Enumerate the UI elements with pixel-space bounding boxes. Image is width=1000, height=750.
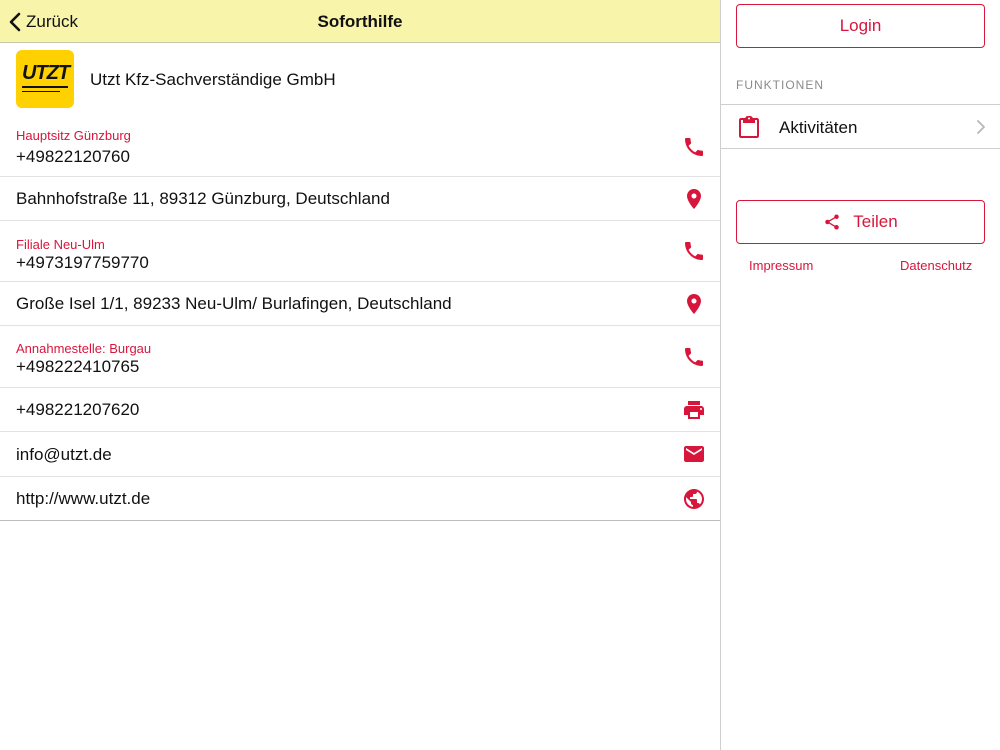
share-icon <box>825 214 840 230</box>
website-url: http://www.utzt.de <box>16 489 151 508</box>
contact-row-email[interactable]: info@utzt.de <box>0 432 720 477</box>
contact-pane: Zurück Soforthilfe UTZT Utzt Kfz-Sachver… <box>0 0 720 750</box>
chevron-right-icon <box>976 119 986 135</box>
clipboard-icon <box>738 115 760 139</box>
sidebar-pane: Login FUNKTIONEN Aktivitäten Teilen Impr… <box>721 0 1000 750</box>
section-header-functions: FUNKTIONEN <box>736 78 824 92</box>
company-name: Utzt Kfz-Sachverständige GmbH <box>90 70 336 89</box>
logo-line <box>22 91 60 92</box>
menu-item-activities[interactable]: Aktivitäten <box>721 104 1000 149</box>
share-button[interactable]: Teilen <box>736 200 985 244</box>
email-address: info@utzt.de <box>16 445 112 464</box>
hq-phone: +49822120760 <box>16 147 130 166</box>
contact-row-branch-phone[interactable]: Filiale Neu-Ulm +4973197759770 <box>0 221 720 282</box>
page-title: Soforthilfe <box>317 12 403 31</box>
contact-row-branch-address[interactable]: Große Isel 1/1, 89233 Neu-Ulm/ Burlafing… <box>0 282 720 326</box>
hq-label: Hauptsitz Günzburg <box>16 128 131 143</box>
logo-line <box>22 86 68 88</box>
nav-bar: Zurück Soforthilfe <box>0 0 720 43</box>
intake-label: Annahmestelle: Burgau <box>16 341 152 356</box>
location-pin-icon[interactable] <box>682 187 706 211</box>
share-label: Teilen <box>853 212 898 231</box>
fax-number: +498221207620 <box>16 400 140 419</box>
login-button[interactable]: Login <box>736 4 985 48</box>
phone-icon[interactable] <box>682 345 706 369</box>
intake-phone: +498222410765 <box>16 357 140 376</box>
location-pin-icon[interactable] <box>682 292 706 316</box>
contact-row-fax[interactable]: +498221207620 <box>0 388 720 432</box>
phone-icon[interactable] <box>682 135 706 159</box>
login-label: Login <box>839 16 882 35</box>
branch-address: Große Isel 1/1, 89233 Neu-Ulm/ Burlafing… <box>16 294 452 313</box>
contact-row-intake-phone[interactable]: Annahmestelle: Burgau +498222410765 <box>0 326 720 388</box>
globe-icon[interactable] <box>682 487 706 511</box>
privacy-link[interactable]: Datenschutz <box>900 258 972 273</box>
branch-label: Filiale Neu-Ulm <box>16 237 105 252</box>
contact-row-hq-address[interactable]: Bahnhofstraße 11, 89312 Günzburg, Deutsc… <box>0 177 720 221</box>
hq-address: Bahnhofstraße 11, 89312 Günzburg, Deutsc… <box>16 189 390 208</box>
logo-text: UTZT <box>22 62 70 84</box>
contact-row-hq-phone[interactable]: Hauptsitz Günzburg +49822120760 <box>0 119 720 177</box>
company-header: UTZT Utzt Kfz-Sachverständige GmbH <box>0 43 720 119</box>
imprint-link[interactable]: Impressum <box>749 258 813 273</box>
mail-icon[interactable] <box>682 442 706 466</box>
activities-label: Aktivitäten <box>779 118 858 137</box>
printer-icon[interactable] <box>682 398 706 422</box>
company-logo: UTZT <box>16 50 74 108</box>
contact-row-website[interactable]: http://www.utzt.de <box>0 477 720 521</box>
phone-icon[interactable] <box>682 239 706 263</box>
branch-phone: +4973197759770 <box>16 253 149 272</box>
